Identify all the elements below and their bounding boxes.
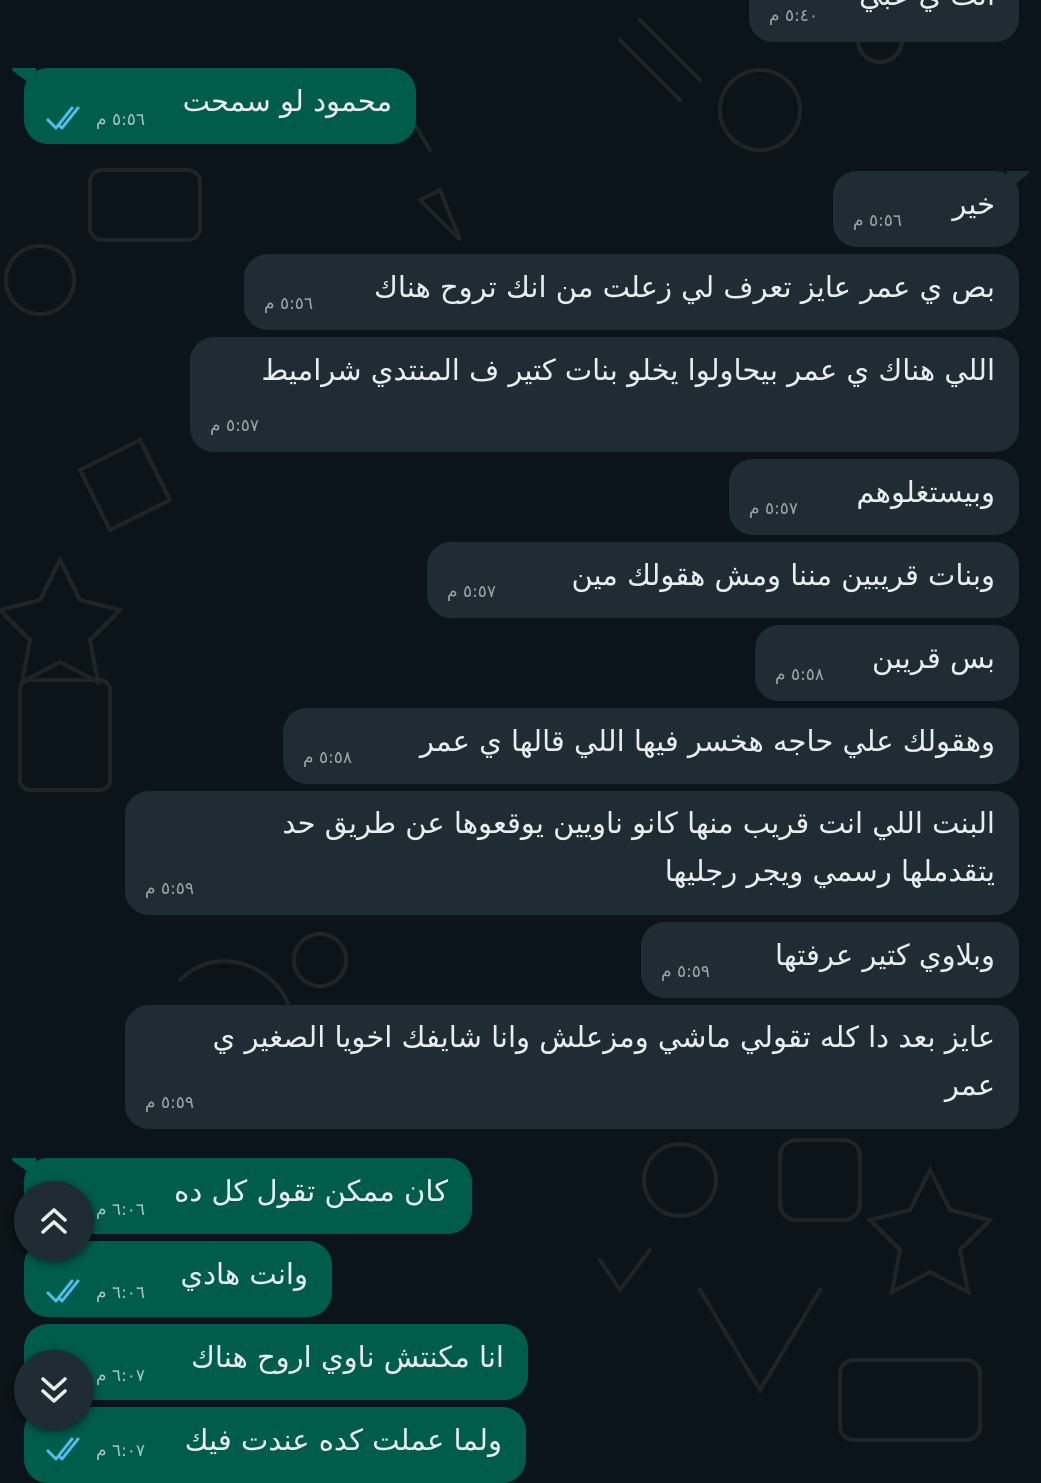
message-time: ٥:٥٩ م xyxy=(145,879,195,899)
message-text: كان ممكن تقول كل ده xyxy=(174,1174,448,1208)
message-incoming[interactable]: اللي هناك ي عمر بيحاولوا يخلو بنات كتير … xyxy=(190,337,1019,452)
message-text: اللي هناك ي عمر بيحاولوا يخلو بنات كتير … xyxy=(261,353,995,387)
message-time: ٥:٥٨ م xyxy=(303,748,353,768)
message-incoming[interactable]: بص ي عمر عايز تعرف لي زعلت من انك تروح ه… xyxy=(244,254,1019,330)
message-text: بص ي عمر عايز تعرف لي زعلت من انك تروح ه… xyxy=(373,270,995,304)
message-text: انت ي عبي xyxy=(859,0,995,20)
message-text: انا مكنتش ناوي اروح هناك xyxy=(190,1340,504,1374)
message-incoming[interactable]: انت ي عبي ٥:٤٠ م xyxy=(749,0,1019,42)
chat-messages: انت ي عبي ٥:٤٠ م محمود لو سمحت ٥:٥٦ م خي… xyxy=(0,0,1041,1483)
message-incoming[interactable]: البنت اللي انت قريب منها كانو ناويين يوق… xyxy=(125,791,1019,915)
message-time: ٥:٥٦ م xyxy=(96,110,146,130)
chevrons-up-icon xyxy=(41,1208,67,1234)
message-text: وبيستغلوهم xyxy=(856,475,995,509)
message-incoming[interactable]: عايز بعد دا كله تقولي ماشي ومزعلش وانا ش… xyxy=(125,1005,1019,1129)
message-time: ٥:٥٨ م xyxy=(775,665,825,685)
message-text: وبلاوي كتير عرفتها xyxy=(775,938,995,972)
chevrons-down-icon xyxy=(41,1377,67,1403)
message-time: ٦:٠٦ م xyxy=(96,1283,146,1303)
message-text: وهقولك علي حاجه هخسر فيها اللي قالها ي ع… xyxy=(419,724,995,758)
scroll-down-button[interactable] xyxy=(14,1350,94,1430)
bubble-tail xyxy=(11,68,36,88)
message-time: ٦:٠٧ م xyxy=(96,1441,146,1461)
message-incoming[interactable]: وبيستغلوهم ٥:٥٧ م xyxy=(729,459,1019,535)
message-time: ٥:٥٧ م xyxy=(210,416,260,436)
message-text: محمود لو سمحت xyxy=(182,84,392,118)
message-time: ٥:٥٧ م xyxy=(749,499,799,519)
message-text: وبنات قريبين مننا ومش هقولك مين xyxy=(571,558,995,592)
message-time: ٥:٥٦ م xyxy=(853,211,903,231)
read-receipt-icon xyxy=(46,1437,80,1461)
message-time: ٥:٥٧ م xyxy=(447,582,497,602)
read-receipt-icon xyxy=(46,106,80,130)
message-text: عايز بعد دا كله تقولي ماشي ومزعلش وانا ش… xyxy=(212,1020,995,1102)
message-text: بس قريبن xyxy=(871,641,995,675)
message-time: ٦:٠٦ م xyxy=(96,1200,146,1220)
message-outgoing[interactable]: ولما عملت كده عندت فيك ٦:٠٧ م xyxy=(24,1407,526,1483)
message-incoming[interactable]: وهقولك علي حاجه هخسر فيها اللي قالها ي ع… xyxy=(283,708,1019,784)
message-time: ٥:٥٩ م xyxy=(661,962,711,982)
message-text: وانت هادي xyxy=(180,1257,308,1291)
message-time: ٥:٥٦ م xyxy=(264,294,314,314)
message-outgoing[interactable]: محمود لو سمحت ٥:٥٦ م xyxy=(11,68,416,144)
read-receipt-icon xyxy=(46,1279,80,1303)
message-incoming[interactable]: وبلاوي كتير عرفتها ٥:٥٩ م xyxy=(641,922,1019,998)
message-incoming[interactable]: وبنات قريبين مننا ومش هقولك مين ٥:٥٧ م xyxy=(427,542,1019,618)
message-text: البنت اللي انت قريب منها كانو ناويين يوق… xyxy=(282,806,995,888)
message-incoming[interactable]: بس قريبن ٥:٥٨ م xyxy=(755,625,1019,701)
bubble-tail xyxy=(11,1158,36,1178)
message-time: ٥:٤٠ م xyxy=(769,6,819,26)
message-incoming[interactable]: خير ٥:٥٦ م xyxy=(833,171,1030,247)
message-text: ولما عملت كده عندت فيك xyxy=(184,1423,502,1457)
bubble-tail xyxy=(1007,171,1030,191)
message-time: ٥:٥٩ م xyxy=(145,1093,195,1113)
message-text: خير xyxy=(952,187,995,221)
scroll-up-button[interactable] xyxy=(14,1181,94,1261)
message-outgoing[interactable]: انا مكنتش ناوي اروح هناك ٦:٠٧ م xyxy=(24,1324,528,1400)
message-time: ٦:٠٧ م xyxy=(96,1366,146,1386)
